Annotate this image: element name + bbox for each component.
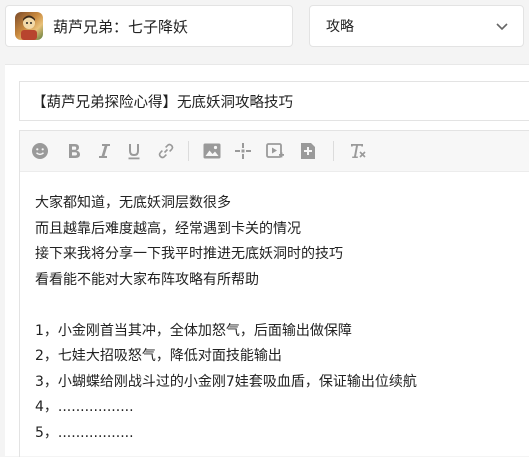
body-line: 5，................. [35,424,134,441]
insert-icon[interactable] [298,141,318,161]
game-selector[interactable]: 葫芦兄弟：七子降妖 [5,5,293,47]
video-icon[interactable] [265,141,285,161]
rich-text-editor: 大家都知道，无底妖洞层数很多 而且越靠后难度越高，经常遇到卡关的情况 接下来我将… [19,130,529,457]
image-icon[interactable] [202,141,222,161]
body-line: 2，七娃大招吸怒气，降低对面技能输出 [35,348,282,364]
body-line: 而且越靠后难度越高，经常遇到卡关的情况 [35,220,301,237]
chevron-down-icon [496,23,508,31]
game-name: 葫芦兄弟：七子降妖 [53,17,189,36]
post-editor-panel: 大家都知道，无底妖洞层数很多 而且越靠后难度越高，经常遇到卡关的情况 接下来我将… [5,64,529,457]
body-line: 1，小金刚首当其冲，全体加怒气，后面输出做保障 [35,322,352,339]
move-icon[interactable] [233,141,253,161]
editor-toolbar [20,131,529,172]
body-line: 4，................. [35,399,134,415]
category-selected-label: 攻略 [326,19,354,35]
game-app-icon [15,12,43,40]
body-line: 看看能不能对大家布阵攻略有所帮助 [35,271,259,288]
post-title-input[interactable] [19,81,529,121]
toolbar-divider [333,141,334,161]
underline-icon[interactable] [124,141,144,161]
body-line: 3，小蝴蝶给刚战斗过的小金刚7娃套吸血盾，保证输出位续航 [35,373,417,390]
bold-icon[interactable] [64,141,84,161]
emoji-icon[interactable] [30,141,50,161]
editor-body[interactable]: 大家都知道，无底妖洞层数很多 而且越靠后难度越高，经常遇到卡关的情况 接下来我将… [35,191,529,446]
clear-format-icon[interactable] [348,141,368,161]
toolbar-divider [188,141,189,161]
link-icon[interactable] [156,141,176,161]
category-dropdown[interactable]: 攻略 [309,5,524,47]
body-line: 大家都知道，无底妖洞层数很多 [35,195,231,211]
italic-icon[interactable] [94,141,114,161]
body-line [35,293,529,319]
body-line: 接下来我将分享一下我平时推进无底妖洞时的技巧 [35,246,343,262]
